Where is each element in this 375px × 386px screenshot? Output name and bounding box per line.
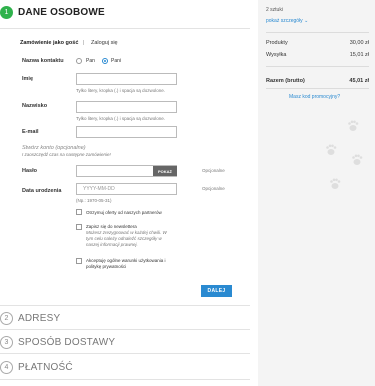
divider xyxy=(0,379,250,380)
password-optional: Opcjonalne xyxy=(202,168,225,173)
newsletter-checkbox-label: Zapisz się do newslettera xyxy=(86,224,137,229)
birthdate-input[interactable]: YYYY-MM-DD xyxy=(76,183,177,195)
last-name-hint: Tylko litery, kropka (.) i spacja są doz… xyxy=(76,116,165,121)
terms-checkbox[interactable] xyxy=(76,258,82,264)
step-title: DANE OSOBOWE xyxy=(18,7,105,18)
show-details-link[interactable]: pokaż szczegóły ⌄ xyxy=(266,18,308,24)
next-button[interactable]: DALEJ xyxy=(201,285,232,297)
step-payment[interactable]: 4 PŁATNOŚĆ xyxy=(0,361,250,374)
divider xyxy=(0,305,250,306)
step-title: SPOSÓB DOSTAWY xyxy=(18,337,116,348)
newsletter-note-line-3: naszej informacji prawnej. xyxy=(86,242,138,247)
first-name-label: Imię xyxy=(22,76,34,82)
step-number: 4 xyxy=(0,361,13,374)
total-label: Razem (brutto) xyxy=(266,78,305,84)
step-number: 1 xyxy=(0,6,13,19)
items-count: 2 sztuki xyxy=(266,7,283,13)
terms-checkbox-label: Akceptuję ogólne warunki użytkowania i xyxy=(86,258,166,263)
create-account-subtitle: I zaoszczędź czas na następne zamówienie… xyxy=(22,152,111,157)
show-details-label: pokaż szczegóły xyxy=(266,18,303,24)
offers-checkbox[interactable] xyxy=(76,209,82,215)
email-input[interactable] xyxy=(76,126,177,138)
email-label: E-mail xyxy=(22,129,39,135)
step-number: 3 xyxy=(0,336,13,349)
tab-guest-order[interactable]: Zamówienie jako gość xyxy=(20,40,78,46)
radio-pani-label: Pani xyxy=(111,58,122,64)
tab-separator: | xyxy=(83,40,85,46)
last-name-label: Nazwisko xyxy=(22,103,48,109)
newsletter-checkbox[interactable] xyxy=(76,224,82,230)
step-addresses[interactable]: 2 ADRESY xyxy=(0,312,250,325)
paw-icon xyxy=(330,178,341,189)
divider xyxy=(0,353,250,354)
chevron-down-icon: ⌄ xyxy=(304,18,309,24)
checkout-steps: 1 DANE OSOBOWE Zamówienie jako gość | Za… xyxy=(0,0,250,386)
terms-checkbox-label-2: politykę prywatności xyxy=(86,264,127,269)
last-name-input[interactable] xyxy=(76,101,177,113)
offers-checkbox-label: Otrzymuj oferty od naszych partnerów xyxy=(86,210,162,215)
tab-login[interactable]: Zaloguj się xyxy=(91,40,118,46)
birthdate-hint: (Np.: 1970-05-31) xyxy=(76,198,112,203)
radio-pani[interactable] xyxy=(102,58,108,64)
summary-divider xyxy=(266,32,369,33)
birthdate-optional: Opcjonalne xyxy=(202,186,225,191)
paw-icon xyxy=(326,144,337,155)
step-number: 2 xyxy=(0,312,13,325)
birthdate-label: Data urodzenia xyxy=(22,188,62,194)
step-title: ADRESY xyxy=(18,313,61,324)
paw-icon xyxy=(352,154,363,165)
first-name-hint: Tylko litery, kropka (.) i spacja są doz… xyxy=(76,88,165,93)
paw-prints-decoration xyxy=(326,120,363,189)
first-name-input[interactable] xyxy=(76,73,177,85)
create-account-title: Stwórz konto (opcjonalne) xyxy=(22,145,86,151)
step-delivery[interactable]: 3 SPOSÓB DOSTAWY xyxy=(0,336,250,349)
newsletter-note-line-2: tym celu należy odnaleźć szczegóły w xyxy=(86,236,162,241)
products-value: 30,00 zł xyxy=(349,40,369,46)
contact-label: Nazwa kontaktu xyxy=(22,58,64,64)
products-label: Produkty xyxy=(266,40,288,46)
promo-code-link[interactable]: Masz kod promocyjny? xyxy=(289,94,340,100)
total-value: 45,01 zł xyxy=(349,78,369,84)
step-title: PŁATNOŚĆ xyxy=(18,362,73,373)
newsletter-note-line-1: Możesz zrezygnować w każdej chwili. W xyxy=(86,230,167,235)
step-personal-data[interactable]: 1 DANE OSOBOWE xyxy=(0,6,250,19)
divider xyxy=(0,329,250,330)
summary-divider xyxy=(266,88,369,89)
shipping-value: 15,01 zł xyxy=(349,52,369,58)
paw-icon xyxy=(348,120,359,131)
password-label: Hasło xyxy=(22,168,37,174)
show-password-button[interactable]: POKAŻ xyxy=(153,166,177,176)
radio-pan-label: Pan xyxy=(86,58,95,64)
divider xyxy=(0,28,250,29)
radio-pan[interactable] xyxy=(76,58,82,64)
shipping-label: Wysyłka xyxy=(266,52,287,58)
summary-divider xyxy=(266,66,369,67)
